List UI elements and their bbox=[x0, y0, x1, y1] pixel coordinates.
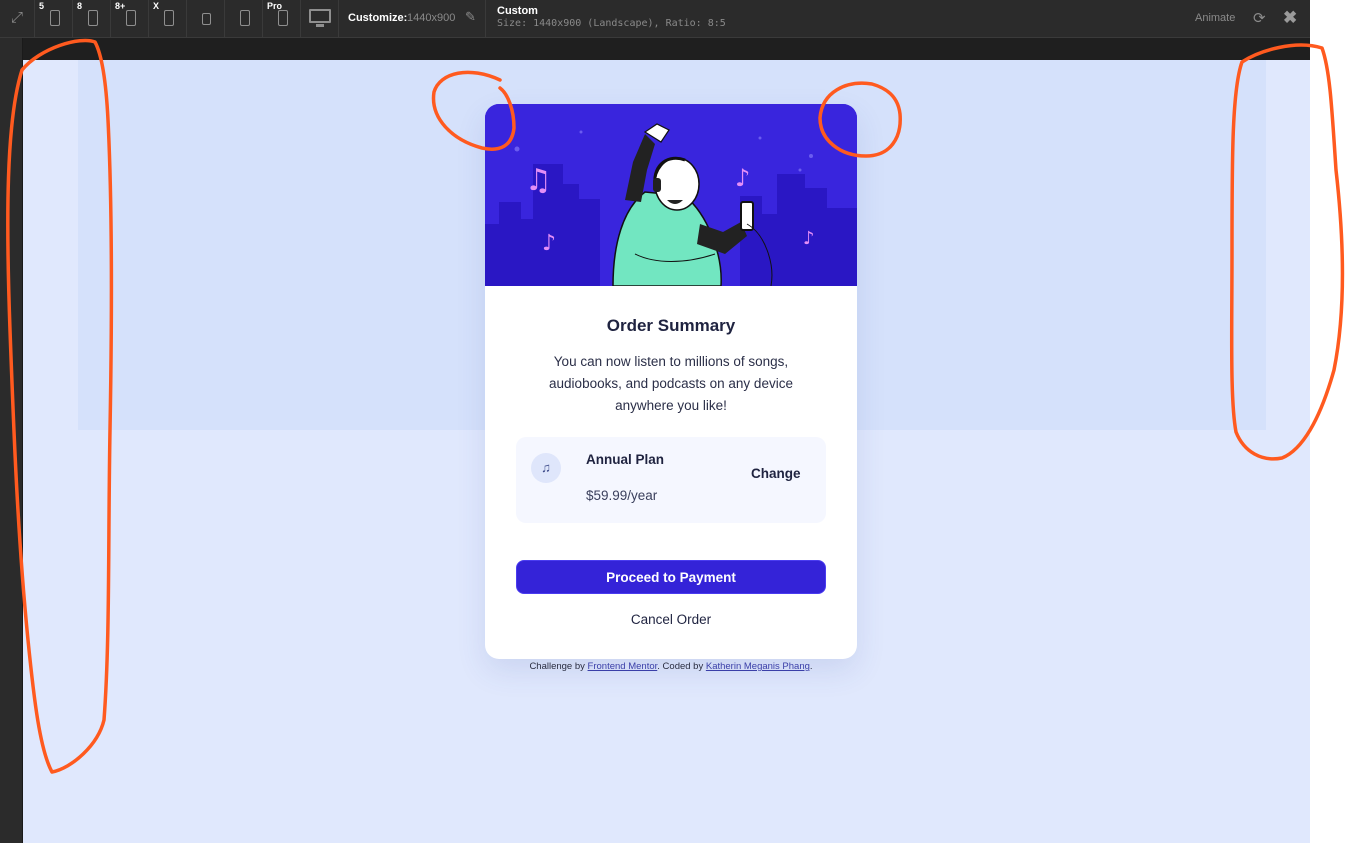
svg-text:♪: ♪ bbox=[542, 231, 556, 256]
device-ipad-mini-button[interactable] bbox=[186, 0, 224, 38]
order-summary-card: ♫ ♪ ♪ ♪ Order Summary You can now listen… bbox=[485, 104, 857, 659]
customize-label: Customize: bbox=[348, 12, 408, 24]
device-ipad-pro-button[interactable]: Pro bbox=[262, 0, 300, 38]
desktop-stand bbox=[316, 24, 324, 27]
device-info-title: Custom bbox=[497, 5, 538, 17]
device-ipad-button[interactable] bbox=[224, 0, 262, 38]
viewport-top-band bbox=[0, 38, 1310, 60]
phone-icon bbox=[88, 10, 98, 26]
plan-price: $59.99/year bbox=[586, 488, 658, 503]
device-iphone-5-button[interactable]: 5 bbox=[34, 0, 72, 38]
device-tag: 8+ bbox=[115, 1, 126, 11]
svg-text:♪: ♪ bbox=[735, 164, 750, 192]
attribution: Challenge by Frontend Mentor. Coded by K… bbox=[485, 661, 857, 672]
phone-icon bbox=[126, 10, 136, 26]
change-plan-link[interactable]: Change bbox=[751, 466, 801, 481]
tablet-icon bbox=[240, 10, 250, 26]
customize-size[interactable]: Customize: 1440x900 ✎ bbox=[338, 0, 486, 38]
device-info-subtitle: Size: 1440x900 (Landscape), Ratio: 8:5 bbox=[497, 18, 726, 29]
responsive-toolbar: ⤢ 5 8 8+ X Pro Customize: 1440x900 ✎ Cus… bbox=[0, 0, 1310, 38]
proceed-to-payment-button[interactable]: Proceed to Payment bbox=[516, 560, 826, 594]
plan-name: Annual Plan bbox=[586, 452, 665, 467]
phone-icon bbox=[164, 10, 174, 26]
screen: ⤢ 5 8 8+ X Pro Customize: 1440x900 ✎ Cus… bbox=[0, 0, 1347, 843]
svg-text:♪: ♪ bbox=[803, 228, 815, 249]
animate-toggle[interactable]: Animate bbox=[1195, 12, 1235, 24]
tablet-icon bbox=[202, 13, 211, 25]
attribution-suffix: . bbox=[809, 661, 813, 672]
device-desktop-button[interactable] bbox=[300, 0, 338, 38]
device-tag: 8 bbox=[77, 1, 83, 11]
device-iphone-8-button[interactable]: 8 bbox=[72, 0, 110, 38]
rotate-icon[interactable]: ⟳ bbox=[1253, 9, 1269, 27]
attribution-middle: . Coded by bbox=[657, 661, 706, 672]
device-iphone-x-button[interactable]: X bbox=[148, 0, 186, 38]
music-note-icon: ♫ bbox=[531, 453, 561, 483]
card-title: Order Summary bbox=[606, 316, 736, 335]
card-description: You can now listen to millions of songs,… bbox=[549, 354, 793, 413]
device-viewport: ♫ ♪ ♪ ♪ Order Summary You can now listen… bbox=[23, 60, 1310, 843]
frontend-mentor-link[interactable]: Frontend Mentor bbox=[588, 661, 658, 672]
plan-box: ♫ Annual Plan $59.99/year Change bbox=[516, 437, 826, 523]
phone-icon bbox=[50, 10, 60, 26]
device-tag: 5 bbox=[39, 1, 45, 11]
attribution-prefix: Challenge by bbox=[529, 661, 588, 672]
left-frame bbox=[0, 38, 23, 843]
pencil-icon[interactable]: ✎ bbox=[465, 9, 476, 25]
device-iphone-8plus-button[interactable]: 8+ bbox=[110, 0, 148, 38]
cancel-order-link[interactable]: Cancel Order bbox=[485, 612, 857, 627]
svg-text:♫: ♫ bbox=[525, 163, 552, 198]
author-link[interactable]: Katherin Meganis Phang bbox=[706, 661, 810, 672]
right-margin bbox=[1310, 0, 1347, 843]
close-icon[interactable]: ✖ bbox=[1283, 8, 1299, 27]
device-tag: X bbox=[153, 1, 160, 11]
expand-icon[interactable]: ⤢ bbox=[4, 9, 30, 29]
customize-value[interactable]: 1440x900 bbox=[407, 12, 455, 24]
desktop-icon bbox=[309, 9, 331, 23]
tablet-icon bbox=[278, 10, 288, 26]
hero-illustration: ♫ ♪ ♪ ♪ bbox=[485, 104, 857, 286]
